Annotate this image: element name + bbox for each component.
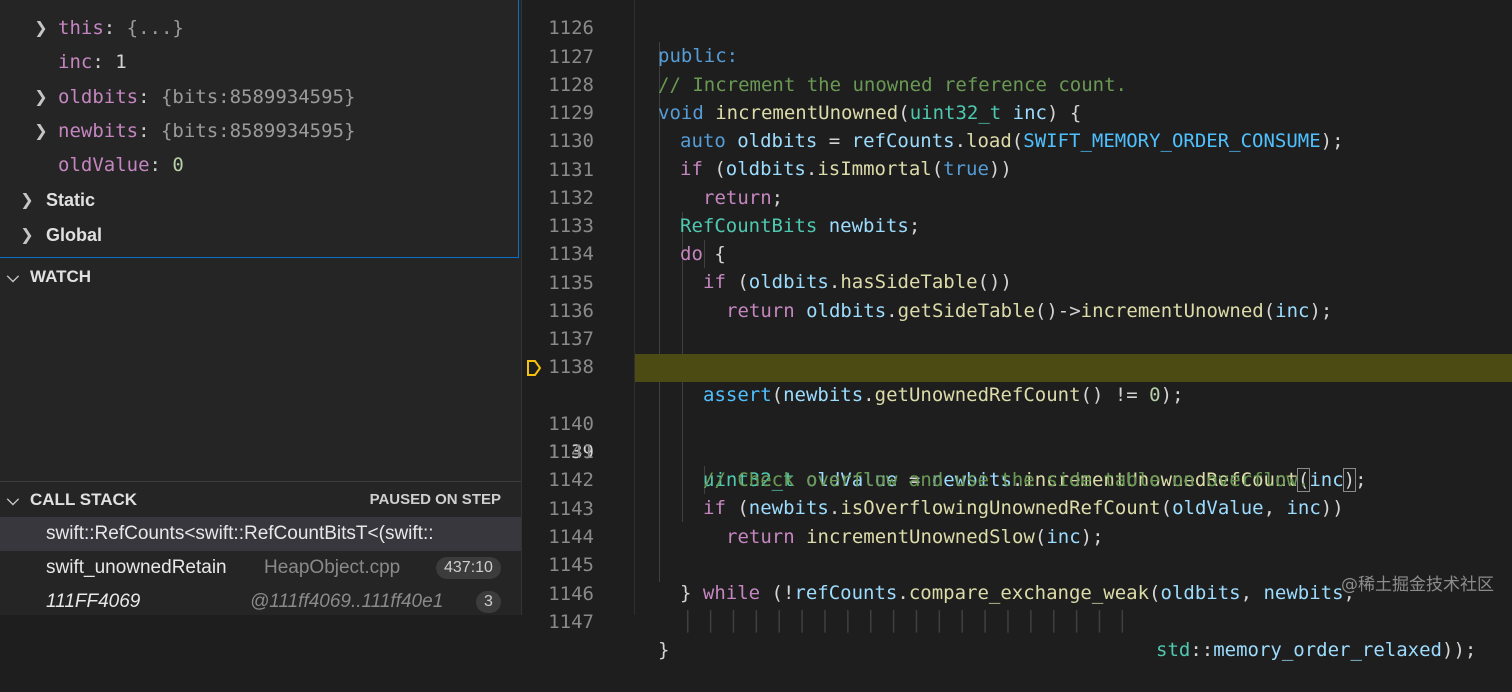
code-line[interactable]: 1135 return oldbits.getSideTable()->incr… bbox=[522, 241, 1512, 322]
debug-sidebar: ❯ this: {...} inc: 1 ❯ oldbits: {bits:85… bbox=[0, 0, 521, 615]
current-execution-line[interactable]: 1139 uint32_t oldValue = newbits.increme… bbox=[522, 354, 1512, 492]
variable-value: {...} bbox=[126, 17, 184, 39]
stack-frame-function: 111FF4069 bbox=[46, 591, 141, 612]
line-number: 1147 bbox=[548, 611, 594, 633]
code-line[interactable]: 1140 bbox=[522, 382, 1512, 435]
code-text: std::memory_order_relaxed)); bbox=[1156, 639, 1477, 661]
code-line[interactable]: 1145 } while (!refCounts.compare_exchang… bbox=[522, 523, 1512, 604]
stack-frame-position: 437:10 bbox=[436, 557, 501, 579]
code-line[interactable]: 1130 if (oldbits.isImmortal(true)) bbox=[522, 99, 1512, 180]
variable-value: 0 bbox=[172, 154, 184, 176]
watch-title: WATCH bbox=[30, 267, 92, 286]
variable-name: oldValue bbox=[58, 154, 150, 176]
code-line[interactable]: 1126 public: bbox=[522, 0, 1512, 67]
variable-name: this bbox=[58, 17, 104, 39]
code-line[interactable]: 1128 void incrementUnowned(uint32_t inc)… bbox=[522, 43, 1512, 124]
stack-frame-file: HeapObject.cpp bbox=[264, 557, 401, 578]
chevron-down-icon[interactable]: ⌵ bbox=[4, 259, 22, 295]
chevron-right-icon[interactable]: ❯ bbox=[32, 11, 50, 45]
stack-frame[interactable]: swift::RefCounts<swift::RefCountBitsT<(s… bbox=[0, 517, 521, 551]
watch-panel bbox=[0, 295, 521, 480]
code-line[interactable]: 1141 // Check overflow and use the side … bbox=[522, 410, 1512, 491]
chevron-down-icon[interactable]: ⌵ bbox=[4, 482, 22, 518]
code-line[interactable]: 1138 assert(newbits.getUnownedRefCount()… bbox=[522, 325, 1512, 406]
code-line[interactable]: 1144 bbox=[522, 495, 1512, 548]
code-line[interactable]: 1133 do { bbox=[522, 184, 1512, 265]
variable-value: {bits:8589934595} bbox=[160, 120, 356, 142]
chevron-right-icon[interactable]: ❯ bbox=[32, 114, 50, 148]
scope-label: Global bbox=[46, 225, 103, 245]
scope-label: Static bbox=[46, 190, 96, 210]
chevron-right-icon[interactable]: ❯ bbox=[18, 183, 36, 217]
execution-pointer-icon bbox=[527, 360, 541, 376]
code-line[interactable]: 1137 newbits = oldbits; bbox=[522, 297, 1512, 378]
variable-name: newbits bbox=[58, 120, 139, 142]
variable-value: 1 bbox=[115, 51, 127, 73]
stack-frame-function: swift_unownedRetain bbox=[46, 557, 227, 578]
stack-frame[interactable]: 111FF4069 @111ff4069..111ff40e1 3 bbox=[0, 585, 521, 619]
chevron-right-icon[interactable]: ❯ bbox=[18, 218, 36, 252]
code-text: } bbox=[658, 639, 670, 661]
call-stack-title: CALL STACK bbox=[30, 490, 138, 509]
indent-guides-continuation: │ │ │ │ │ │ │ │ │ │ │ │ │ │ │ │ │ │ │ │ bbox=[682, 611, 1129, 633]
stack-frame-file: @111ff4069..111ff40e1 bbox=[250, 591, 444, 612]
code-line[interactable]: 1129 auto oldbits = refCounts.load(SWIFT… bbox=[522, 71, 1512, 152]
call-stack-header[interactable]: ⌵ CALL STACK PAUSED ON STEP bbox=[0, 481, 521, 518]
code-line[interactable]: 1134 if (oldbits.hasSideTable()) bbox=[522, 212, 1512, 293]
stack-frame-function: swift::RefCounts<swift::RefCountBitsT<(s… bbox=[46, 523, 434, 544]
code-line[interactable]: 1131 return; bbox=[522, 128, 1512, 209]
variables-panel: ❯ this: {...} inc: 1 ❯ oldbits: {bits:85… bbox=[0, 0, 519, 258]
variable-name: oldbits bbox=[58, 86, 139, 108]
variable-name: inc bbox=[58, 51, 93, 73]
code-line[interactable]: 1143 return incrementUnownedSlow(inc); bbox=[522, 467, 1512, 548]
stack-frame-count: 3 bbox=[476, 591, 501, 613]
code-line[interactable]: 1136 bbox=[522, 269, 1512, 322]
stack-frame[interactable]: swift_unownedRetain HeapObject.cpp 437:1… bbox=[0, 551, 521, 585]
watermark-text: @稀土掘金技术社区 bbox=[1341, 575, 1494, 595]
variable-value: {bits:8589934595} bbox=[160, 86, 356, 108]
chevron-right-icon[interactable]: ❯ bbox=[32, 80, 50, 114]
code-editor[interactable]: 1126 public: 1127 // Increment the unown… bbox=[522, 0, 1512, 661]
watch-header[interactable]: ⌵ WATCH bbox=[0, 259, 521, 295]
call-stack-status: PAUSED ON STEP bbox=[369, 491, 501, 508]
code-line[interactable]: 1127 // Increment the unowned reference … bbox=[522, 15, 1512, 96]
code-line[interactable]: 1132 RefCountBits newbits; bbox=[522, 156, 1512, 237]
current-line-highlight bbox=[635, 354, 1512, 382]
code-line[interactable]: 1142 if (newbits.isOverflowingUnownedRef… bbox=[522, 438, 1512, 519]
